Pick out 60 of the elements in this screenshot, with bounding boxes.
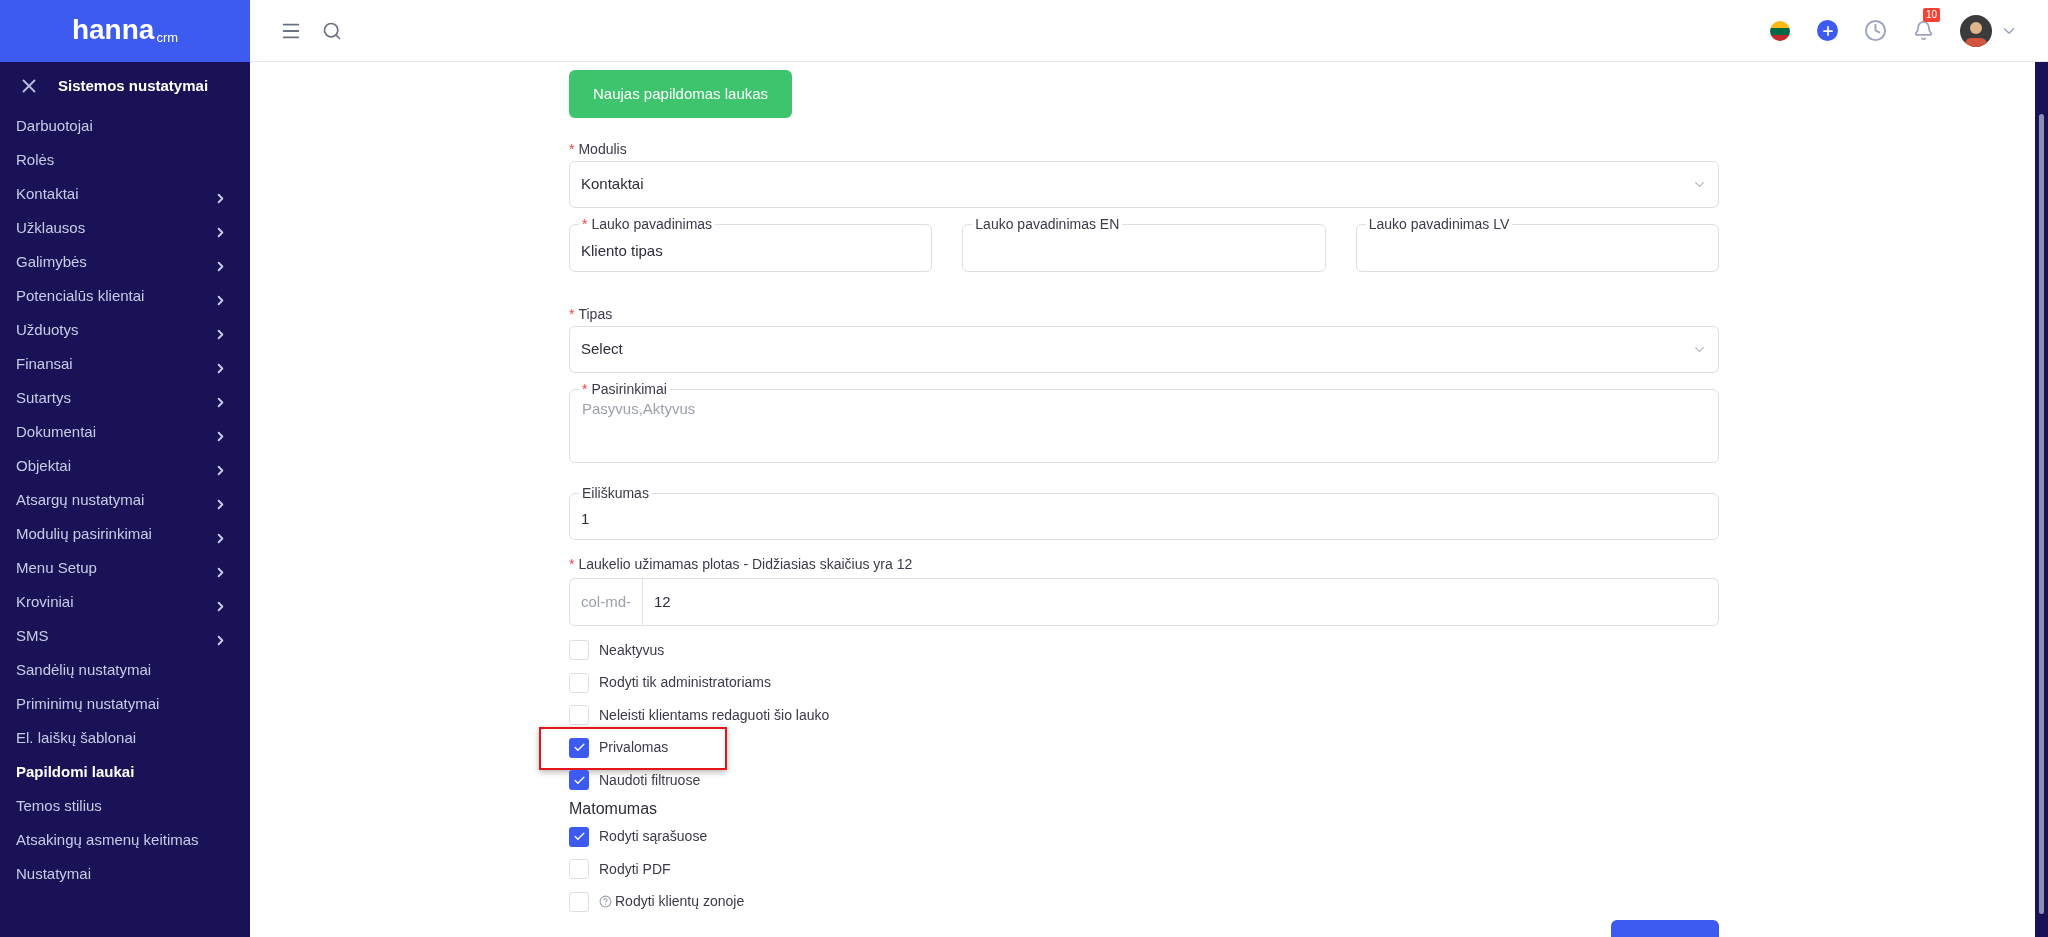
module-select[interactable]: Kontaktai: [569, 161, 1719, 208]
plus-icon: [1820, 23, 1835, 38]
clock-icon[interactable]: [1864, 19, 1887, 42]
sidebar-item[interactable]: Finansai: [0, 347, 250, 381]
sidebar-item[interactable]: Modulių pasirinkimai: [0, 517, 250, 551]
sidebar-item[interactable]: Kontaktai: [0, 177, 250, 211]
type-select[interactable]: Select: [569, 326, 1719, 373]
sidebar-item[interactable]: Užduotys: [0, 313, 250, 347]
sidebar-item[interactable]: Galimybės: [0, 245, 250, 279]
checkbox-label: Privalomas: [599, 738, 669, 758]
field-label: Eiliškumas: [579, 485, 652, 501]
sidebar-item[interactable]: Dokumentai: [0, 415, 250, 449]
field-label: Lauko pavadinimas EN: [972, 216, 1123, 232]
checkbox[interactable]: [569, 705, 589, 726]
field-label: * Pasirinkimai: [579, 381, 670, 397]
sidebar-item[interactable]: Menu Setup: [0, 551, 250, 585]
sidebar-item[interactable]: SMS: [0, 619, 250, 653]
bell-icon[interactable]: [1913, 20, 1934, 41]
help-icon[interactable]: [599, 895, 612, 909]
field-label: * Modulis: [569, 141, 628, 157]
sidebar-item[interactable]: Potencialūs klientai: [0, 279, 250, 313]
sidebar-item[interactable]: Darbuotojai: [0, 109, 250, 143]
field-label: Lauko pavadinimas LV: [1365, 216, 1513, 232]
sidebar-item[interactable]: Temos stilius: [0, 789, 250, 823]
sidebar-item[interactable]: Atsargų nustatymai: [0, 483, 250, 517]
sidebar-item[interactable]: Sandėlių nustatymai: [0, 653, 250, 687]
checkbox[interactable]: [569, 859, 589, 880]
checkbox-label: Neleisti klientams redaguoti šio lauko: [599, 705, 830, 725]
checkbox[interactable]: [569, 826, 589, 847]
checkbox[interactable]: [569, 640, 589, 661]
checkbox-label: Rodyti klientų zonoje: [599, 891, 745, 913]
notification-badge: 10: [1923, 8, 1941, 22]
sidebar-item[interactable]: Atsakingų asmenų keitimas: [0, 823, 250, 857]
section-title: Matomumas: [569, 798, 659, 819]
checkbox[interactable]: [569, 672, 589, 693]
checkbox-label: Rodyti sąrašuose: [599, 827, 708, 847]
avatar-icon[interactable]: [1960, 14, 1992, 47]
checkbox[interactable]: [569, 891, 589, 912]
sidebar-item[interactable]: Rolės: [0, 143, 250, 177]
field-label: * Laukelio užimamas plotas - Didžiasias skaičius yra 12: [569, 556, 914, 572]
checkbox-label: Rodyti PDF: [599, 859, 671, 879]
sidebar-item[interactable]: Užklausos: [0, 211, 250, 245]
checkbox[interactable]: [569, 737, 589, 758]
sidebar-item[interactable]: Kroviniai: [0, 585, 250, 619]
checkbox-label: Rodyti tik administratoriams: [599, 673, 771, 693]
sidebar-title: Sistemos nustatymai: [58, 75, 209, 96]
checkbox[interactable]: [569, 770, 589, 791]
sidebar-item[interactable]: Nustatymai: [0, 857, 250, 891]
checkbox-label: Naudoti filtruose: [599, 770, 701, 790]
field-label: * Lauko pavadinimas: [579, 216, 716, 232]
search-icon[interactable]: [322, 20, 342, 41]
checkbox-label: Neaktyvus: [599, 640, 665, 660]
sidebar-item[interactable]: El. laiškų šablonai: [0, 721, 250, 755]
flag-icon[interactable]: [1769, 19, 1791, 42]
sidebar-item[interactable]: Papildomi laukai: [0, 755, 250, 789]
add-button[interactable]: [1817, 20, 1838, 41]
sidebar-item[interactable]: Objektai: [0, 449, 250, 483]
sidebar-item[interactable]: Priminimų nustatymai: [0, 687, 250, 721]
field-label: * Tipas: [569, 306, 614, 322]
sidebar-item[interactable]: Sutartys: [0, 381, 250, 415]
